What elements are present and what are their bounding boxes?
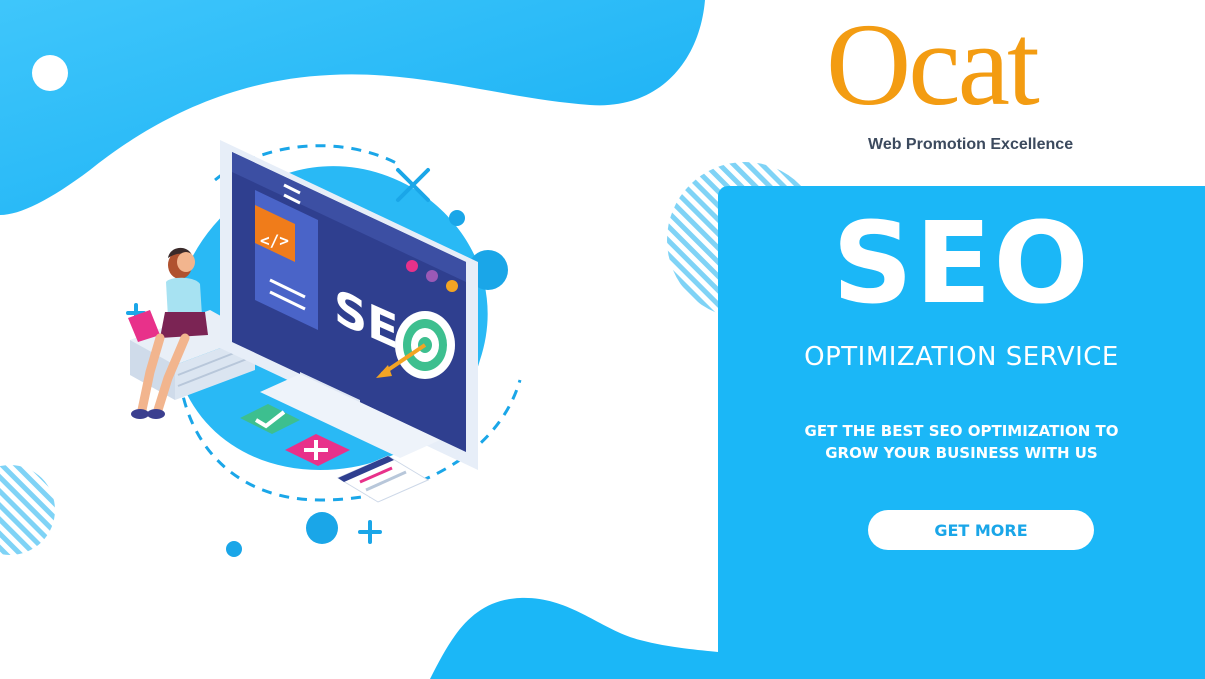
- ocat-logo[interactable]: Ocat Web Promotion Excellence: [820, 6, 1120, 158]
- get-more-button[interactable]: GET MORE: [868, 510, 1094, 550]
- logo-wordmark: Ocat: [826, 0, 1040, 130]
- tagline-line-1: GET THE BEST SEO OPTIMIZATION TO: [804, 422, 1119, 440]
- seo-banner: </> SE Ocat Web Promotion Excellence SEO…: [0, 0, 1205, 679]
- hero-subtitle: OPTIMIZATION SERVICE: [804, 342, 1119, 372]
- hero-tagline: GET THE BEST SEO OPTIMIZATION TO GROW YO…: [718, 420, 1205, 464]
- tagline-line-2: GROW YOUR BUSINESS WITH US: [825, 444, 1098, 462]
- hero-title: SEO: [832, 199, 1091, 329]
- promo-panel: SEO OPTIMIZATION SERVICE GET THE BEST SE…: [718, 186, 1205, 679]
- logo-tagline: Web Promotion Excellence: [868, 136, 1074, 153]
- white-dot: [32, 55, 68, 91]
- bottom-wave: [430, 597, 718, 679]
- svg-text:</>: </>: [260, 231, 289, 250]
- striped-circle-left: [0, 465, 55, 555]
